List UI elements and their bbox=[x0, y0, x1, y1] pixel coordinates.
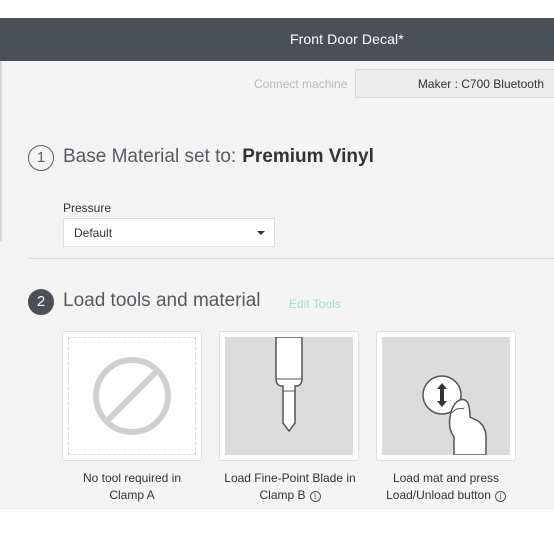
load-mat-caption-line1: Load mat and press bbox=[392, 471, 500, 485]
edit-tools-link[interactable]: Edit Tools bbox=[289, 297, 341, 311]
clamp-a-caption: No tool required in Clamp A bbox=[57, 470, 207, 504]
step-2-badge: 2 bbox=[28, 289, 54, 315]
clamp-a-card bbox=[62, 331, 202, 461]
load-mat-caption: Load mat and press Load/Unload button i bbox=[371, 470, 521, 504]
clamp-a-caption-line2: Clamp A bbox=[109, 488, 155, 502]
clamp-b-caption-line2: Clamp B bbox=[259, 488, 306, 502]
clamp-a-image bbox=[68, 337, 196, 455]
clamp-a-caption-line1: No tool required in bbox=[82, 471, 182, 485]
base-material-heading: Base Material set to: Premium Vinyl bbox=[63, 146, 374, 168]
load-mat-caption-line2: Load/Unload button bbox=[386, 488, 491, 502]
machine-select-button[interactable]: Maker : C700 Bluetooth bbox=[355, 69, 554, 98]
base-material-prefix: Base Material set to: bbox=[63, 146, 237, 167]
step-1-badge: 1 bbox=[28, 145, 54, 171]
no-tool-icon bbox=[93, 357, 171, 435]
machine-select-label: Maker : C700 Bluetooth bbox=[417, 77, 544, 91]
fine-point-blade-icon bbox=[275, 337, 303, 433]
pressure-label: Pressure bbox=[63, 201, 112, 215]
connect-machine-link[interactable]: Connect machine bbox=[254, 77, 347, 91]
pressure-dropdown[interactable]: Default bbox=[63, 218, 275, 247]
header-bar bbox=[0, 18, 554, 61]
load-unload-button-icon bbox=[422, 375, 487, 455]
load-mat-card bbox=[376, 331, 516, 461]
clamp-b-caption: Load Fine-Point Blade in Clamp Bi bbox=[215, 470, 365, 504]
left-edge-divider bbox=[0, 61, 2, 241]
info-icon[interactable]: i bbox=[494, 491, 506, 502]
info-icon[interactable]: i bbox=[309, 491, 321, 502]
caret-down-icon bbox=[257, 231, 265, 235]
load-mat-image bbox=[382, 337, 510, 455]
clamp-b-card bbox=[219, 331, 359, 461]
project-title: Front Door Decal* bbox=[290, 31, 404, 47]
clamp-b-caption-line1: Load Fine-Point Blade in bbox=[224, 471, 356, 485]
pressure-value: Default bbox=[74, 226, 113, 240]
clamp-b-image bbox=[225, 337, 353, 455]
top-strip bbox=[0, 0, 554, 18]
base-material-name: Premium Vinyl bbox=[242, 146, 374, 167]
bottom-strip bbox=[0, 508, 554, 554]
load-tools-heading: Load tools and material bbox=[63, 290, 261, 311]
section-divider bbox=[28, 258, 554, 259]
